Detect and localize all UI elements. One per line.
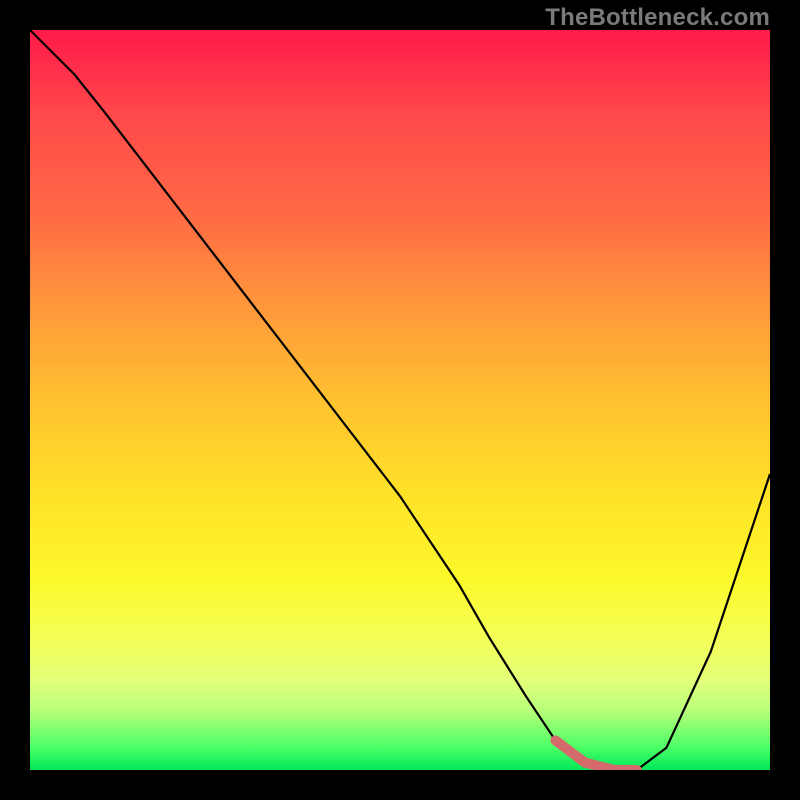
plot-area: [30, 30, 770, 770]
watermark-text: TheBottleneck.com: [545, 4, 770, 32]
curve-layer: [30, 30, 770, 770]
chart-canvas: TheBottleneck.com: [0, 0, 800, 800]
bottleneck-curve: [30, 30, 770, 770]
highlight-segment: [555, 740, 636, 770]
